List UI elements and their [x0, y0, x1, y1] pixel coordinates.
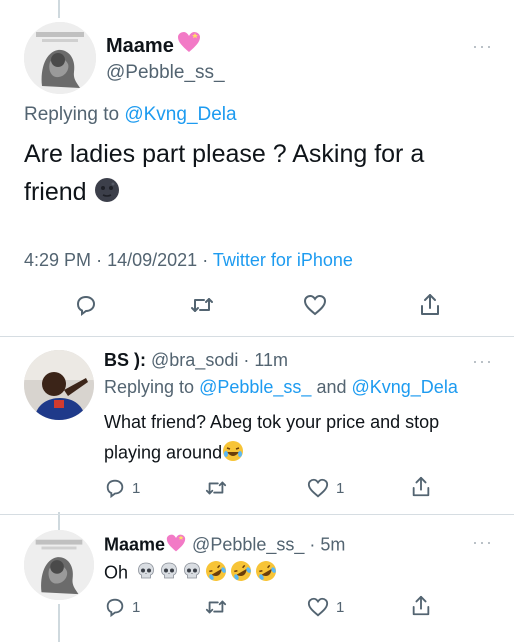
- tweet-text-line2: friend: [24, 177, 120, 210]
- tweet-time: 4:29 PM: [24, 250, 92, 270]
- tweet-text-word: Oh: [104, 562, 129, 583]
- reply-icon: [106, 479, 124, 499]
- thread-line-top: [58, 0, 60, 18]
- divider: [0, 514, 514, 515]
- divider: [0, 336, 514, 337]
- replying-to-prefix: Replying to: [24, 104, 120, 125]
- tweet-text-line1: Are ladies part please ? Asking for a: [24, 140, 425, 168]
- retweet-icon: [191, 298, 213, 312]
- new-moon-face-icon: [94, 177, 120, 210]
- share-button[interactable]: [410, 594, 432, 618]
- retweet-icon: [205, 600, 227, 614]
- heart-outline-icon: [307, 597, 329, 617]
- tweet-text: Oh: [104, 560, 277, 587]
- like-count: 1: [336, 479, 345, 497]
- retweet-icon: [205, 481, 227, 495]
- thread-line-reply2: [58, 512, 60, 532]
- rofl-emoji-icon: [230, 560, 252, 587]
- share-icon: [412, 595, 430, 616]
- avatar[interactable]: [24, 350, 94, 420]
- replying-to-link[interactable]: @Pebble_ss_: [199, 377, 311, 397]
- display-name[interactable]: Maame: [106, 35, 174, 58]
- replying-to-and: and: [316, 377, 347, 397]
- reply-header: BS ): @bra_sodi · 11m: [104, 350, 288, 371]
- tweet-source[interactable]: Twitter for iPhone: [213, 250, 353, 270]
- replying-to-link[interactable]: @Kvng_Dela: [124, 104, 236, 125]
- reply-button[interactable]: [74, 293, 98, 317]
- display-name[interactable]: Maame: [104, 534, 165, 554]
- reply-count: 1: [132, 479, 141, 497]
- reply-icon: [76, 295, 96, 316]
- tweet-text-word: friend: [24, 178, 87, 207]
- like-button[interactable]: [302, 293, 328, 317]
- display-name[interactable]: BS ):: [104, 350, 146, 370]
- thread-line-bottom: [58, 604, 60, 642]
- meta-separator: ·: [96, 250, 103, 270]
- skull-emoji-icon: [182, 561, 202, 586]
- avatar[interactable]: [24, 22, 96, 94]
- tweet-text-word: playing around: [104, 442, 223, 463]
- reply-age: · 11m: [243, 350, 289, 370]
- retweet-button[interactable]: [204, 477, 228, 499]
- reply-header: Maame @Pebble_ss_ · 5m: [104, 533, 345, 558]
- rofl-emoji-icon: [255, 560, 277, 587]
- replying-to-prefix: Replying to: [104, 377, 195, 397]
- heart-icon: [176, 30, 202, 59]
- replying-to-line: Replying to @Pebble_ss_ and @Kvng_Dela: [104, 377, 458, 398]
- more-options-icon[interactable]: ···: [472, 37, 493, 55]
- reply-button[interactable]: 1: [104, 477, 140, 499]
- heart-outline-icon: [303, 294, 327, 316]
- reply-count: 1: [132, 598, 141, 616]
- avatar[interactable]: [24, 530, 94, 600]
- tweet-meta: 4:29 PM · 14/09/2021 · Twitter for iPhon…: [24, 250, 353, 271]
- share-icon: [412, 476, 430, 497]
- rofl-emoji-icon: [205, 560, 227, 587]
- handle[interactable]: @bra_sodi: [151, 350, 238, 370]
- retweet-button[interactable]: [189, 293, 215, 317]
- laughing-emoji-icon: [222, 440, 244, 467]
- heart-icon: [165, 533, 187, 558]
- heart-outline-icon: [307, 478, 329, 498]
- share-icon: [421, 294, 439, 315]
- tweet-text-line1: What friend? Abeg tok your price and sto…: [104, 412, 440, 432]
- tweet-text-line2: playing around: [104, 440, 244, 467]
- share-button[interactable]: [410, 475, 432, 499]
- handle[interactable]: @Pebble_ss_: [192, 534, 304, 554]
- reply-icon: [106, 598, 124, 618]
- more-options-icon[interactable]: ···: [472, 533, 493, 551]
- skull-emoji-icon: [136, 561, 156, 586]
- like-count: 1: [336, 598, 345, 616]
- like-button[interactable]: 1: [306, 477, 344, 499]
- tweet-date: 14/09/2021: [107, 250, 198, 270]
- reply-age: · 5m: [309, 534, 346, 555]
- handle[interactable]: @Pebble_ss_: [106, 62, 225, 84]
- like-button[interactable]: 1: [306, 596, 344, 618]
- reply-button[interactable]: 1: [104, 596, 140, 618]
- retweet-button[interactable]: [204, 596, 228, 618]
- more-options-icon[interactable]: ···: [472, 352, 493, 370]
- skull-emoji-icon: [159, 561, 179, 586]
- replying-to-link-2[interactable]: @Kvng_Dela: [352, 377, 458, 397]
- emoji-row: [133, 561, 277, 582]
- share-button[interactable]: [418, 292, 442, 318]
- replying-to-line: Replying to @Kvng_Dela: [24, 104, 237, 126]
- meta-separator-2: ·: [202, 250, 209, 270]
